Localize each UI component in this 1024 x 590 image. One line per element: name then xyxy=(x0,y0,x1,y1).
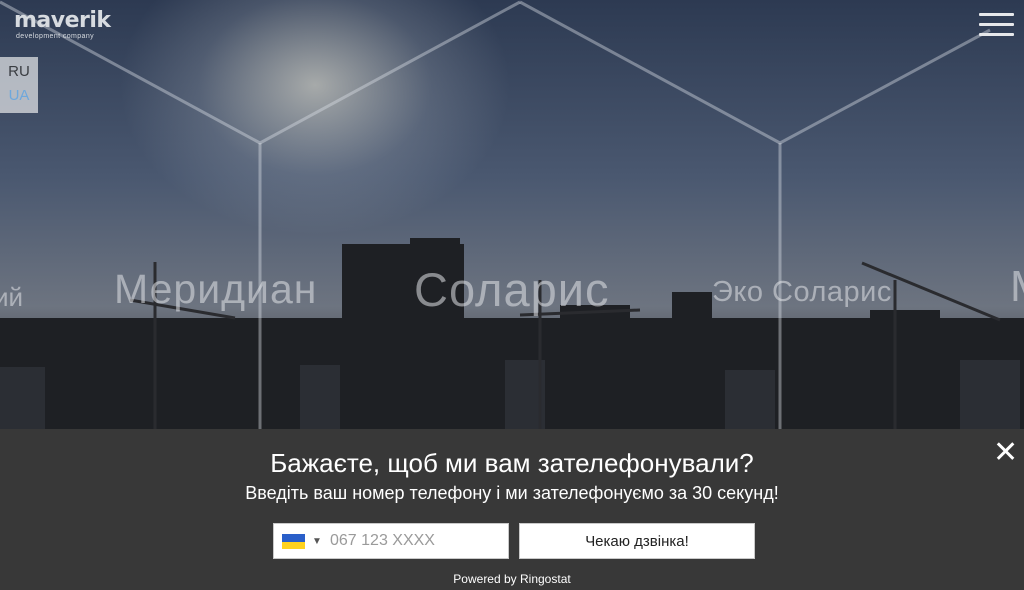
project-link-eco-solaris[interactable]: Эко Соларис xyxy=(712,276,892,309)
project-link-partial-left[interactable]: ий xyxy=(0,282,23,313)
project-link-partial-right[interactable]: М xyxy=(1010,262,1024,312)
menu-bar xyxy=(979,13,1014,16)
hamburger-menu-icon[interactable] xyxy=(979,12,1014,38)
logo-wordmark: maverik xyxy=(14,8,111,33)
logo-tagline: development company xyxy=(16,33,95,40)
ukraine-flag-icon xyxy=(282,534,305,549)
language-ua[interactable]: UA xyxy=(0,84,38,108)
menu-bar xyxy=(979,23,1014,26)
maverik-logo[interactable]: maverik development company xyxy=(14,8,111,41)
callback-subtitle: Введіть ваш номер телефону і ми зателефо… xyxy=(245,483,779,503)
project-link-meridian[interactable]: Меридиан xyxy=(114,266,317,313)
menu-bar xyxy=(979,33,1014,36)
phone-field: ▼ xyxy=(273,523,509,559)
phone-input[interactable] xyxy=(330,524,506,558)
country-selector[interactable]: ▼ xyxy=(282,533,326,551)
caret-down-icon: ▼ xyxy=(312,536,322,547)
language-ru[interactable]: RU xyxy=(0,60,38,84)
language-switcher: RU UA xyxy=(0,57,38,113)
callback-title: Бажаєте, щоб ми вам зателефонували? xyxy=(270,448,754,478)
request-call-button[interactable]: Чекаю дзвінка! xyxy=(519,523,755,559)
powered-by-ringostat[interactable]: Powered by Ringostat xyxy=(0,572,1024,586)
callback-popup: Бажаєте, щоб ми вам зателефонували? Введ… xyxy=(0,429,1024,590)
project-link-solaris[interactable]: Соларис xyxy=(414,262,610,317)
close-icon[interactable]: ✕ xyxy=(993,438,1018,468)
